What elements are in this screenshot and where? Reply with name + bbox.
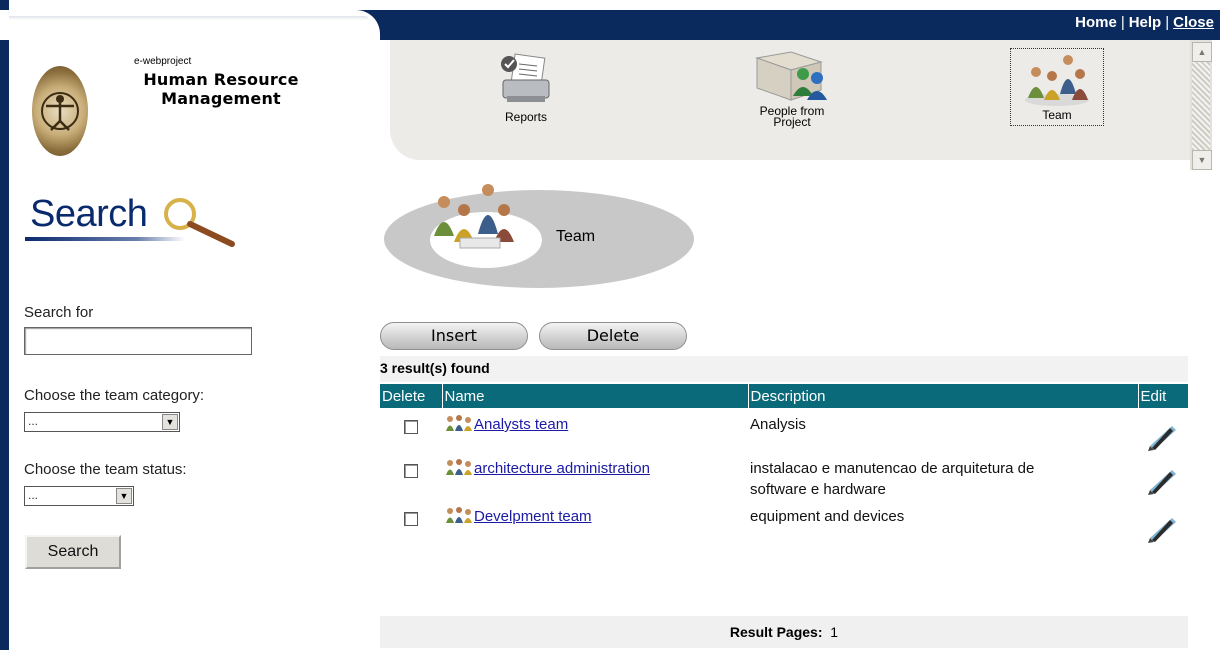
- results-count: 3 result(s) found: [380, 360, 490, 376]
- edit-pencil-icon[interactable]: [1146, 462, 1180, 496]
- team-category-label: Choose the team category:: [24, 387, 205, 404]
- delete-button[interactable]: Delete: [539, 322, 687, 350]
- team-description-continued: software e hardware: [750, 481, 886, 498]
- team-category-select[interactable]: ... ▼: [24, 412, 180, 432]
- logo-small-text: e-webproject: [134, 56, 192, 67]
- chevron-down-icon[interactable]: ▼: [162, 414, 178, 430]
- chevron-down-icon[interactable]: ▼: [116, 488, 132, 504]
- table-row: architecture administration instalacao e…: [380, 452, 1188, 500]
- team-status-label: Choose the team status:: [24, 461, 187, 478]
- table-header-row: Delete Name Description Edit: [380, 384, 1188, 408]
- team-name-link[interactable]: Develpment team: [474, 508, 592, 525]
- separator: |: [1165, 14, 1170, 31]
- separator: |: [1120, 14, 1125, 31]
- top-links: Home | Help | Close: [1075, 14, 1214, 31]
- edit-pencil-icon[interactable]: [1146, 510, 1180, 544]
- team-description: Analysis: [750, 416, 806, 433]
- team-category-value: ...: [28, 414, 39, 428]
- reports-label: Reports: [504, 110, 548, 124]
- search-button[interactable]: Search: [25, 535, 121, 569]
- scroll-up-icon[interactable]: ▲: [1192, 42, 1212, 62]
- delete-checkbox[interactable]: [404, 512, 418, 526]
- search-for-label: Search for: [24, 304, 94, 321]
- team-tool[interactable]: Team: [1010, 48, 1104, 126]
- team-banner-icon: [434, 184, 514, 249]
- scroll-track[interactable]: [1192, 62, 1210, 150]
- team-icon: [1025, 55, 1089, 106]
- logo-title-line2: Management: [161, 89, 281, 108]
- column-header-name: Name: [442, 384, 749, 408]
- table-row: Develpment team equipment and devices: [380, 500, 1188, 544]
- team-description: instalacao e manutencao de arquitetura d…: [750, 460, 1035, 477]
- logo-icon: [32, 66, 88, 156]
- toolbar-scrollbar[interactable]: ▲ ▼: [1190, 40, 1212, 170]
- scroll-down-icon[interactable]: ▼: [1192, 150, 1212, 170]
- result-pages: Result Pages: 1: [380, 624, 1188, 640]
- logo-title: Human Resource Management: [126, 70, 316, 108]
- search-input[interactable]: [24, 327, 252, 355]
- column-header-delete: Delete: [380, 384, 443, 408]
- top-left-shade: [9, 16, 369, 20]
- team-name-link[interactable]: architecture administration: [474, 460, 650, 477]
- results-count-bar: [380, 356, 1188, 382]
- result-page-number[interactable]: 1: [830, 624, 838, 640]
- column-header-description: Description: [748, 384, 1139, 408]
- team-status-value: ...: [28, 488, 39, 502]
- logo-title-line1: Human Resource: [143, 70, 299, 89]
- team-description: equipment and devices: [750, 508, 905, 525]
- search-title: Search: [30, 193, 148, 235]
- team-status-select[interactable]: ... ▼: [24, 486, 134, 506]
- vitruvian-figure-icon: [41, 92, 79, 131]
- column-header-edit: Edit: [1138, 384, 1188, 408]
- home-link[interactable]: Home: [1075, 14, 1117, 31]
- close-link[interactable]: Close: [1173, 14, 1214, 31]
- insert-button[interactable]: Insert: [380, 322, 528, 350]
- printer-report-icon: [501, 53, 550, 102]
- people-from-project-tool[interactable]: People from Project: [742, 48, 842, 128]
- left-frame-bar: [0, 0, 9, 650]
- team-small-icon: [446, 507, 472, 523]
- table-row: Analysts team Analysis: [380, 408, 1188, 452]
- results-table: Delete Name Description Edit Analysts te…: [380, 384, 1188, 544]
- people-from-project-label-2: Project: [773, 115, 811, 129]
- help-link[interactable]: Help: [1129, 14, 1162, 31]
- delete-checkbox[interactable]: [404, 420, 418, 434]
- team-label: Team: [1042, 108, 1072, 122]
- search-title-underline: [25, 237, 185, 241]
- people-project-icon: [755, 51, 827, 101]
- reports-tool[interactable]: Reports: [486, 52, 566, 124]
- result-pages-label: Result Pages:: [729, 624, 823, 640]
- delete-checkbox[interactable]: [404, 464, 418, 478]
- edit-pencil-icon[interactable]: [1146, 418, 1180, 452]
- team-banner-title: Team: [556, 228, 596, 245]
- team-name-link[interactable]: Analysts team: [474, 416, 568, 433]
- top-left-curve: [0, 10, 380, 40]
- team-small-icon: [446, 459, 472, 475]
- team-small-icon: [446, 415, 472, 431]
